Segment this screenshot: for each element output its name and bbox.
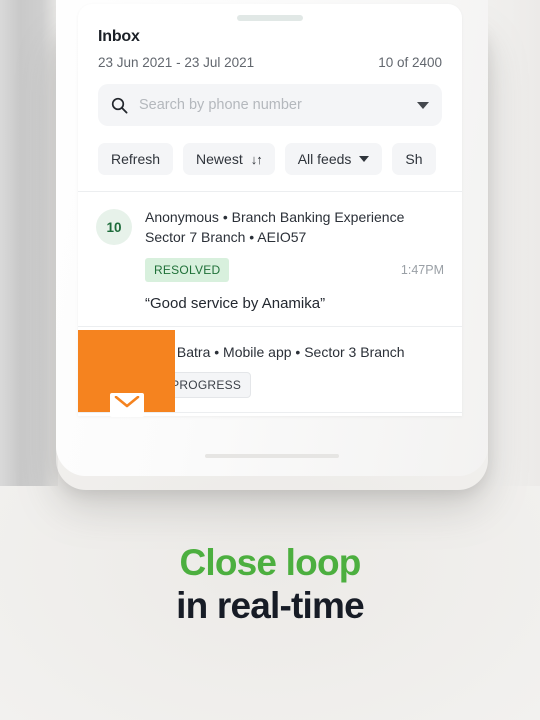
tagline-line-1: Close loop: [179, 542, 361, 583]
list-item-title: Anonymous • Branch Banking Experience Se…: [145, 209, 405, 246]
avatar: 10: [96, 209, 132, 245]
chip-share[interactable]: Sh: [392, 143, 436, 175]
list-item-badge-row: IN PROGRESS: [145, 371, 444, 398]
date-range-label[interactable]: 23 Jun 2021 - 23 Jul 2021: [98, 55, 254, 70]
list-item-badge-row: RESOLVED 1:47PM: [145, 257, 444, 282]
search-bar[interactable]: [98, 84, 442, 126]
home-indicator: [205, 454, 339, 458]
list-item-body: Anonymous • Branch Banking Experience Se…: [145, 207, 444, 312]
search-icon: [111, 97, 128, 114]
search-input[interactable]: [139, 97, 409, 113]
inbox-header: Inbox 23 Jun 2021 - 23 Jul 2021 10 of 24…: [78, 4, 462, 70]
list-item-title: Kirty Batra • Mobile app • Sector 3 Bran…: [145, 343, 405, 360]
chip-refresh-label: Refresh: [111, 151, 161, 167]
result-count-label: 10 of 2400: [378, 55, 442, 70]
chip-refresh[interactable]: Refresh: [98, 143, 174, 175]
chevron-down-icon: [359, 156, 370, 162]
tagline-line-2: in real-time: [176, 584, 365, 626]
envelope-icon: [110, 393, 144, 417]
timestamp: 1:47PM: [400, 262, 444, 277]
chip-all-feeds[interactable]: All feeds: [284, 143, 383, 175]
list-item[interactable]: 10 Anonymous • Branch Banking Experience…: [78, 192, 462, 327]
background-right-band: [488, 0, 540, 486]
chip-all-feeds-label: All feeds: [297, 151, 352, 167]
drag-handle[interactable]: [237, 15, 303, 21]
chip-share-label: Sh: [405, 151, 423, 167]
filter-chip-row[interactable]: Refresh Newest ↓↑ All feeds Sh: [78, 126, 462, 191]
page-title: Inbox: [98, 28, 140, 45]
inbox-meta-row: 23 Jun 2021 - 23 Jul 2021 10 of 2400: [98, 55, 442, 70]
feedback-quote: “Good service by Anamika”: [145, 294, 326, 312]
list-item-body: Kirty Batra • Mobile app • Sector 3 Bran…: [145, 342, 444, 398]
chevron-down-icon[interactable]: [417, 101, 429, 109]
chip-sort-label: Newest: [196, 151, 243, 167]
chip-sort-newest[interactable]: Newest ↓↑: [183, 143, 275, 175]
background-left-band: [0, 0, 58, 486]
tagline: Close loop in real-time: [0, 542, 540, 628]
status-badge: RESOLVED: [145, 257, 230, 282]
sort-icon: ↓↑: [250, 151, 263, 167]
